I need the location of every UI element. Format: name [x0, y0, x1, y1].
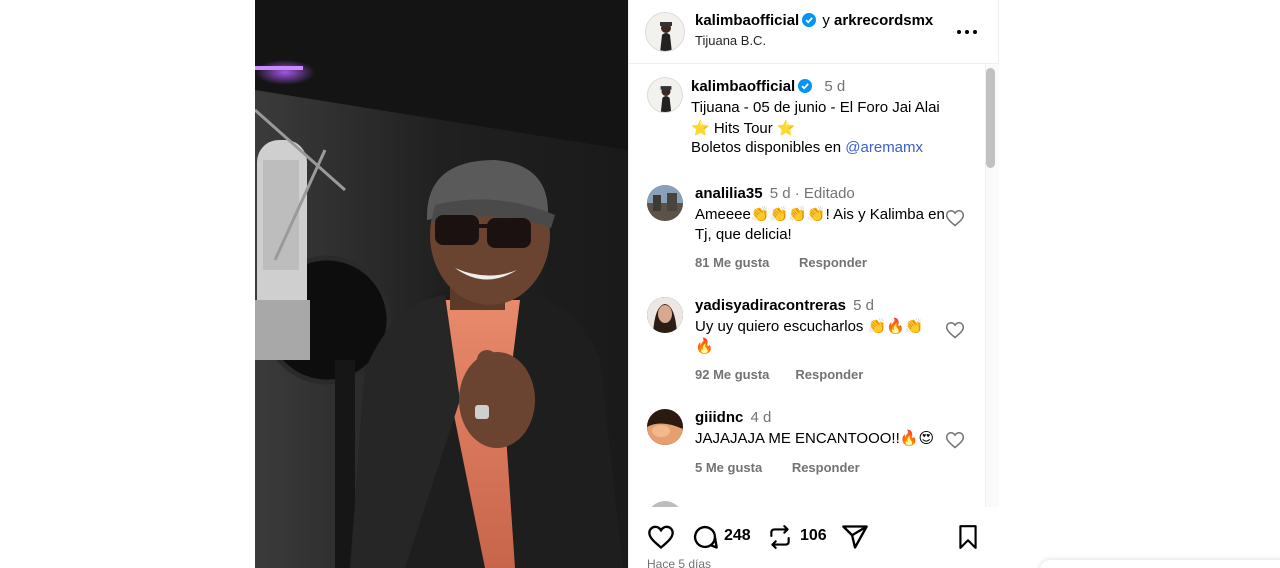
- verified-badge-icon: [798, 79, 813, 93]
- comment-text: Ameeee👏👏👏👏! Ais y Kalimba en Tj, que del…: [695, 206, 945, 243]
- caption-line-1: Tijuana - 05 de junio - El Foro Jai Alai: [691, 99, 940, 116]
- comment-meta: 5 Me gusta Responder: [695, 460, 886, 475]
- comment-like-heart-icon[interactable]: [945, 430, 965, 450]
- commenter-avatar-image: [647, 297, 683, 333]
- comment-header: analilia35 5 d · Editado: [695, 185, 855, 202]
- repost-icon[interactable]: [767, 523, 793, 551]
- comment-like-heart-icon[interactable]: [945, 208, 965, 228]
- comment-username[interactable]: yadisyadiracontreras: [695, 297, 846, 314]
- caption-header: kalimbaofficial 5 d: [691, 78, 845, 95]
- comment-time: 4 d: [750, 409, 772, 426]
- caption-avatar-image: [648, 78, 682, 112]
- comment-username[interactable]: giiidnc: [695, 409, 743, 426]
- commenter-avatar[interactable]: [647, 185, 683, 221]
- photo-illustration: [255, 0, 628, 568]
- authors-joiner: y: [822, 12, 830, 29]
- comment-reply-button[interactable]: Responder: [799, 255, 867, 270]
- comment-likes[interactable]: 81 Me gusta: [695, 255, 769, 270]
- caption-tickets-text: Boletos disponibles en: [691, 139, 842, 156]
- post-location[interactable]: Tijuana B.C.: [695, 33, 766, 48]
- comment-header: yadisyadiracontreras 5 d: [695, 297, 874, 314]
- comment-icon[interactable]: [691, 523, 719, 551]
- commenter-avatar-image: [647, 409, 683, 445]
- verified-badge-icon: [802, 13, 817, 27]
- caption-time: 5 d: [824, 78, 846, 95]
- caption-avatar[interactable]: [647, 77, 683, 113]
- comments-list[interactable]: kalimbaofficial 5 d Tijuana - 05 de juni…: [629, 65, 985, 507]
- author-avatar-image: [646, 13, 684, 51]
- instagram-post-view: kalimbaofficial y arkrecordsmx Tijuana B…: [0, 0, 1280, 568]
- repost-count: 106: [800, 527, 827, 544]
- post-side-panel: kalimbaofficial y arkrecordsmx Tijuana B…: [628, 0, 999, 568]
- comment-like-heart-icon[interactable]: [945, 320, 965, 340]
- share-icon[interactable]: [841, 523, 869, 551]
- author-username[interactable]: kalimbaofficial: [695, 12, 799, 29]
- caption-username[interactable]: kalimbaofficial: [691, 78, 795, 95]
- bottom-right-popup-edge: [1040, 560, 1280, 568]
- bookmark-icon[interactable]: [955, 523, 981, 551]
- comment-meta: 92 Me gusta Responder: [695, 367, 889, 382]
- comment-item: analilia35 5 d · Editado Ameeee👏👏👏👏! Ais…: [629, 185, 985, 275]
- posted-ago: Hace 5 días: [647, 557, 712, 568]
- collaborator-username[interactable]: arkrecordsmx: [834, 12, 933, 29]
- comment-reply-button[interactable]: Responder: [795, 367, 863, 382]
- commenter-avatar-image: [647, 185, 683, 221]
- author-avatar[interactable]: [645, 12, 685, 52]
- comment-likes[interactable]: 92 Me gusta: [695, 367, 769, 382]
- comment-likes[interactable]: 5 Me gusta: [695, 460, 762, 475]
- caption-line-2: ⭐ Hits Tour ⭐: [691, 120, 796, 137]
- post-authors: kalimbaofficial y arkrecordsmx: [695, 12, 933, 29]
- comment-item: giiidnc 4 d JAJAJAJA ME ENCANTOOO!!🔥😍 5 …: [629, 409, 985, 489]
- comment-username[interactable]: analilia35: [695, 185, 763, 202]
- post-photo[interactable]: [255, 0, 628, 568]
- comment-item: yadisyadiracontreras 5 d Uy uy quiero es…: [629, 297, 985, 387]
- comment-time: 5 d: [853, 297, 874, 314]
- heart-icon[interactable]: [647, 523, 675, 551]
- commenter-avatar[interactable]: [647, 409, 683, 445]
- scrollbar-thumb[interactable]: [986, 68, 995, 168]
- comment-text: Uy uy quiero escucharlos 👏🔥👏 🔥: [695, 318, 924, 355]
- caption-mention-link[interactable]: @aremamx: [845, 139, 923, 156]
- comment-count: 248: [724, 527, 751, 544]
- commenter-avatar[interactable]: [647, 297, 683, 333]
- comment-text: JAJAJAJA ME ENCANTOOO!!🔥😍: [695, 430, 935, 447]
- more-options-icon[interactable]: [955, 22, 979, 42]
- caption-line-3: Boletos disponibles en @aremamx: [691, 139, 923, 156]
- comment-header: giiidnc 4 d: [695, 409, 771, 426]
- comment-time: 5 d · Editado: [769, 185, 855, 202]
- post-header: kalimbaofficial y arkrecordsmx Tijuana B…: [629, 0, 999, 64]
- comment-meta: 81 Me gusta Responder: [695, 255, 893, 270]
- comment-reply-button[interactable]: Responder: [792, 460, 860, 475]
- post-actions: 248 106 Hace 5 días: [629, 507, 999, 568]
